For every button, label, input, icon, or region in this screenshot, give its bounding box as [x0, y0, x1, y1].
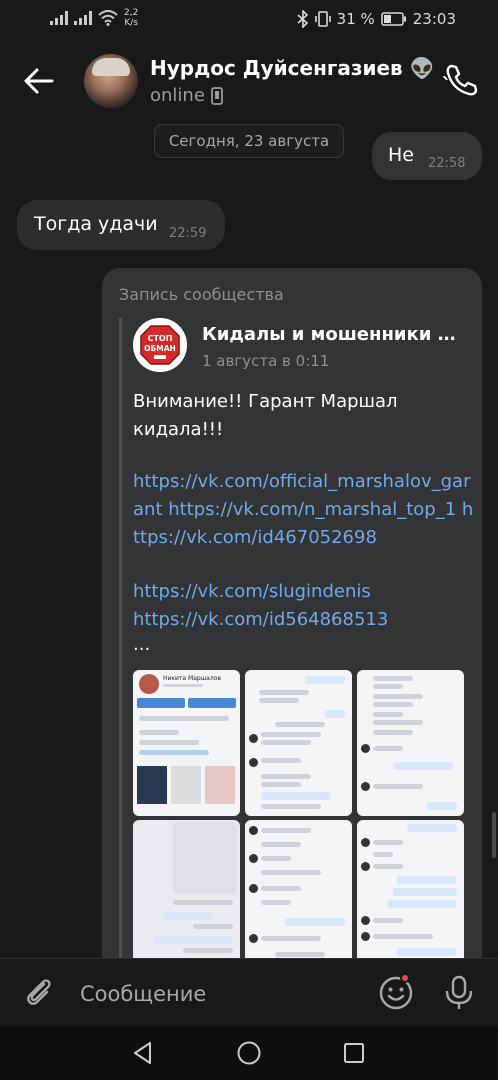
attached-photos: Никита Маршалов	[133, 670, 465, 970]
post-date: 1 августа в 0:11	[202, 352, 330, 370]
incoming-message[interactable]: Тогда удачи 22:59	[17, 200, 225, 250]
date-divider: Сегодня, 23 августа	[154, 124, 344, 158]
post-text: Внимание!! Гарант Маршал кидала!!!	[133, 391, 398, 440]
mobile-online-icon	[211, 86, 223, 105]
message-text: Не	[388, 144, 414, 166]
message-input[interactable]	[80, 979, 360, 1009]
wifi-icon	[98, 10, 118, 26]
community-repost[interactable]: Запись сообщества СТОП ОБМАН Кидалы и мо…	[102, 268, 482, 988]
paperclip-icon[interactable]	[22, 975, 56, 1009]
notification-dot	[400, 973, 410, 983]
chat-header: Нурдос Дуйсенгазиев 👽 ˎ online	[0, 48, 498, 112]
group-name[interactable]: Кидалы и мошенники в v...	[202, 324, 464, 345]
photo-thumbnail[interactable]	[245, 670, 352, 816]
signal-icon	[50, 11, 68, 25]
network-speed: 2,2 K/s	[124, 8, 139, 28]
photo-thumbnail[interactable]	[357, 670, 464, 816]
phone-icon[interactable]	[444, 62, 480, 98]
contact-avatar[interactable]	[84, 54, 138, 108]
nav-recents-icon[interactable]	[342, 1041, 366, 1065]
post-ellipsis: ...	[133, 634, 151, 655]
message-time: 22:58	[428, 156, 466, 171]
nav-home-icon[interactable]	[236, 1040, 262, 1066]
contact-name[interactable]: Нурдос Дуйсенгазиев 👽 ˎ	[150, 56, 452, 80]
photo-thumbnail[interactable]	[245, 820, 352, 966]
post-link[interactable]: https://vk.com/id564868513	[133, 606, 477, 634]
nav-back-icon[interactable]	[130, 1040, 156, 1066]
post-links[interactable]: https://vk.com/official_marshalov_garant…	[133, 468, 477, 552]
message-composer	[0, 958, 498, 1026]
post-link[interactable]: https://vk.com/slugindenis	[133, 578, 477, 606]
message-time: 22:59	[169, 226, 207, 241]
system-navigation-bar	[0, 1026, 498, 1080]
status-bar: 2,2 K/s 31 % 23:03	[0, 0, 498, 40]
clock: 23:03	[412, 10, 456, 28]
photo-thumbnail[interactable]	[133, 820, 240, 966]
scrollbar[interactable]	[492, 812, 496, 858]
signal-icon-2	[74, 11, 92, 25]
microphone-icon[interactable]	[444, 975, 474, 1011]
vibrate-icon	[314, 11, 331, 27]
group-avatar[interactable]: СТОП ОБМАН	[133, 318, 187, 372]
photo-thumbnail[interactable]	[357, 820, 464, 966]
repost-label: Запись сообщества	[119, 285, 284, 304]
battery-icon	[381, 12, 406, 26]
battery-percent: 31 %	[336, 10, 375, 28]
outgoing-message[interactable]: Не 22:58	[372, 132, 482, 180]
repost-divider	[119, 318, 122, 968]
contact-status: online	[150, 85, 223, 106]
bluetooth-icon	[297, 10, 308, 28]
message-text: Тогда удачи	[34, 213, 158, 235]
back-arrow-icon[interactable]	[22, 64, 56, 98]
svg-text:СТОП: СТОП	[148, 334, 173, 343]
post-links-2[interactable]: https://vk.com/slugindenis https://vk.co…	[133, 578, 477, 634]
svg-text:ОБМАН: ОБМАН	[144, 344, 176, 353]
photo-thumbnail[interactable]: Никита Маршалов	[133, 670, 240, 816]
